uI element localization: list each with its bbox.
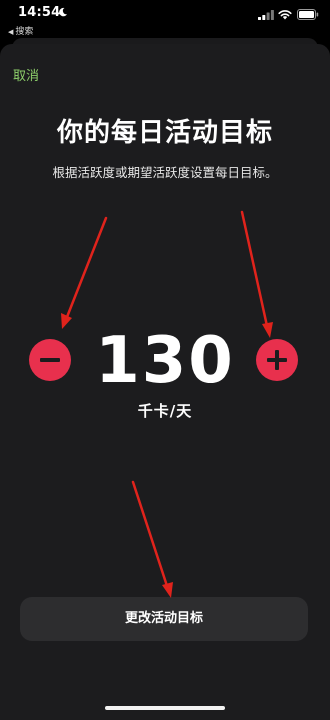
- status-bar: 14:54 ◀ 搜索: [0, 0, 330, 40]
- wifi-icon: [278, 10, 292, 20]
- status-time: 14:54: [18, 5, 61, 20]
- moon-icon: [59, 7, 67, 17]
- goal-unit: 千卡/天: [137, 402, 193, 420]
- cancel-button[interactable]: 取消: [13, 65, 39, 84]
- change-activity-goal-button[interactable]: 更改活动目标: [20, 597, 308, 641]
- back-to-search-link[interactable]: ◀ 搜索: [8, 24, 33, 37]
- page-subtitle: 根据活跃度或期望活跃度设置每日目标。: [52, 165, 278, 180]
- cellular-signal-icon: [258, 10, 274, 20]
- page-title: 你的每日活动目标: [56, 118, 273, 148]
- back-link-label: 搜索: [15, 27, 34, 37]
- plus-icon: [267, 350, 287, 370]
- increase-goal-button[interactable]: [256, 339, 298, 381]
- battery-icon: [297, 9, 319, 20]
- home-indicator: [105, 706, 225, 710]
- back-triangle-icon: ◀: [8, 28, 14, 36]
